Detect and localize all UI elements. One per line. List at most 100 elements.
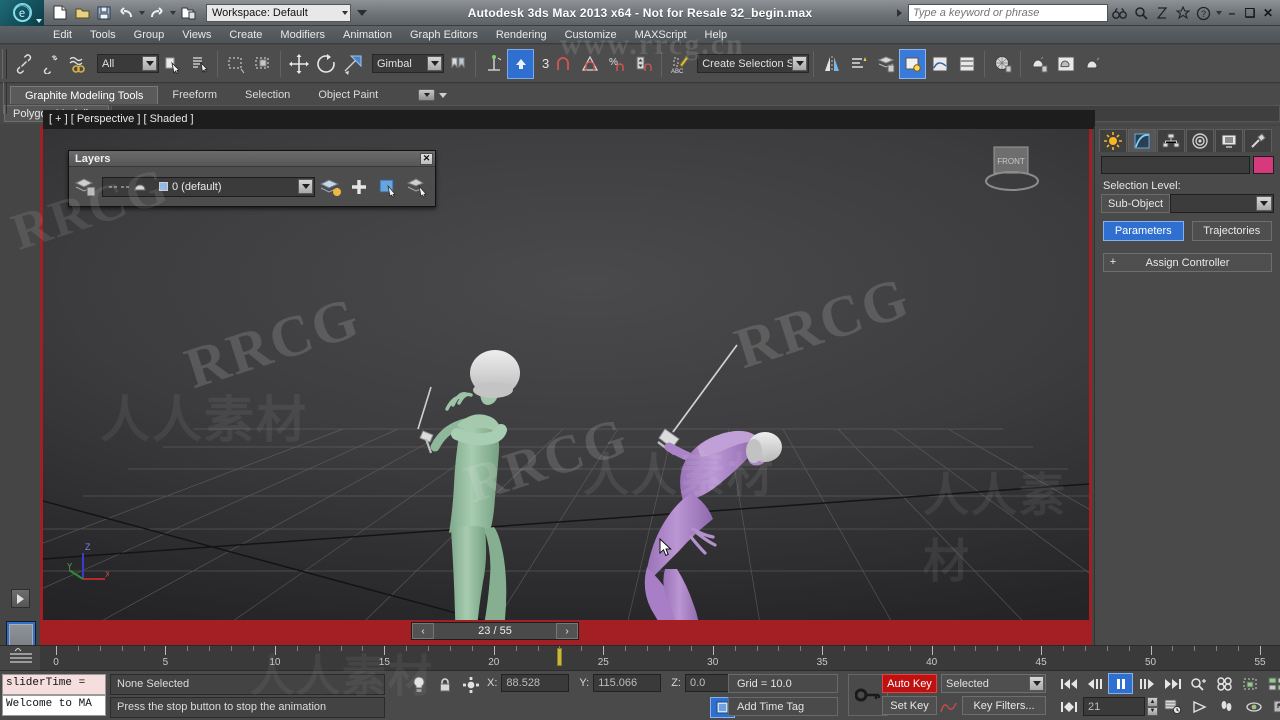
snaps-toggle-icon[interactable] <box>549 49 576 79</box>
track-bar-current-frame-marker[interactable] <box>557 648 563 666</box>
chevron-down-icon[interactable] <box>427 56 442 71</box>
ribbon-grip[interactable] <box>3 82 7 114</box>
walkthrough-icon[interactable] <box>1214 696 1239 717</box>
sub-object-combo[interactable] <box>1170 194 1274 213</box>
set-key-curve-icon[interactable] <box>938 696 960 717</box>
go-to-end-icon[interactable] <box>1160 673 1185 694</box>
track-bar[interactable]: 0 5 10 15 20 25 30 35 40 45 50 55 <box>0 645 1280 671</box>
chevron-down-icon[interactable] <box>142 56 157 71</box>
maxscript-output-line[interactable]: Welcome to MA <box>2 695 106 716</box>
zoom-all-icon[interactable] <box>1212 673 1237 694</box>
maxscript-mini-listener[interactable]: sliderTime = Welcome to MA <box>2 674 106 718</box>
select-and-manipulate-icon[interactable] <box>480 49 507 79</box>
toolbar-grip[interactable] <box>2 48 7 79</box>
display-tab[interactable] <box>1215 128 1243 152</box>
select-and-rotate-icon[interactable] <box>312 49 339 79</box>
key-mode-toggle-icon[interactable] <box>1056 696 1081 717</box>
magnifier-icon[interactable] <box>1131 4 1150 23</box>
go-to-start-icon[interactable] <box>1056 673 1081 694</box>
close-button[interactable]: ✕ <box>1260 4 1276 22</box>
track-bar-ruler[interactable]: 0 5 10 15 20 25 30 35 40 45 50 55 <box>40 646 1280 671</box>
undo-dropdown-icon[interactable] <box>139 10 145 15</box>
search-expand-icon[interactable] <box>897 9 902 17</box>
unlink-selection-icon[interactable] <box>37 49 64 79</box>
align-icon[interactable] <box>845 49 872 79</box>
ribbon-tab-selection[interactable]: Selection <box>231 86 304 104</box>
layers-title-bar[interactable]: Layers ✕ <box>69 151 435 167</box>
chevron-down-icon[interactable] <box>792 56 808 71</box>
zoom-extents-icon[interactable] <box>1238 673 1263 694</box>
rollout-assign-controller[interactable]: + Assign Controller <box>1103 253 1272 272</box>
menu-item-edit[interactable]: Edit <box>44 26 81 44</box>
key-filters-button[interactable]: Key Filters... <box>962 696 1046 715</box>
maximize-button[interactable]: ❑ <box>1242 4 1258 22</box>
menu-item-animation[interactable]: Animation <box>334 26 401 44</box>
undo-icon[interactable] <box>116 3 136 23</box>
close-icon[interactable]: ✕ <box>420 152 433 165</box>
mirror-icon[interactable] <box>818 49 845 79</box>
search-binoculars-icon[interactable] <box>1110 4 1129 23</box>
play-pause-icon[interactable] <box>1108 673 1133 694</box>
coord-x-field[interactable]: 88.528 <box>501 674 570 692</box>
redo-dropdown-icon[interactable] <box>170 10 176 15</box>
edit-named-selection-sets-icon[interactable]: ABC <box>666 49 693 79</box>
help-dropdown-icon[interactable] <box>1216 11 1222 15</box>
frame-spinner[interactable]: ▲ ▼ <box>1147 697 1158 716</box>
chevron-down-icon[interactable] <box>298 179 313 194</box>
select-and-move-icon[interactable] <box>285 49 312 79</box>
auto-key-button[interactable]: Auto Key <box>882 674 937 693</box>
help-icon[interactable]: ? <box>1194 4 1213 23</box>
menu-item-tools[interactable]: Tools <box>81 26 125 44</box>
modify-tab[interactable] <box>1128 128 1156 152</box>
current-frame-field[interactable]: 21 <box>1083 697 1145 716</box>
minimize-button[interactable]: – <box>1224 4 1240 22</box>
new-file-icon[interactable] <box>50 3 70 23</box>
menu-item-graph-editors[interactable]: Graph Editors <box>401 26 487 44</box>
layer-manager-icon[interactable] <box>872 49 899 79</box>
viewport-label[interactable]: [ + ] [ Perspective ] [ Shaded ] <box>49 113 194 125</box>
menu-item-modifiers[interactable]: Modifiers <box>271 26 334 44</box>
orbit-icon[interactable] <box>1241 696 1266 717</box>
select-and-uniform-scale-icon[interactable] <box>339 49 366 79</box>
keyboard-shortcut-override-toggle-icon[interactable] <box>507 48 534 79</box>
sub-object-button[interactable]: Sub-Object <box>1101 194 1171 213</box>
select-and-link-icon[interactable] <box>10 49 37 79</box>
set-key-button[interactable]: Set Key <box>882 696 937 715</box>
pan-view-icon[interactable] <box>1187 696 1212 717</box>
object-color-swatch[interactable] <box>1253 156 1274 174</box>
rendered-frame-window-icon[interactable] <box>1052 49 1079 79</box>
menu-item-views[interactable]: Views <box>173 26 220 44</box>
percent-snap-toggle-icon[interactable]: % <box>603 49 630 79</box>
current-layer-combo[interactable]: 0 (default) <box>102 176 315 197</box>
selection-filter-combo[interactable]: All <box>97 54 159 73</box>
next-frame-button[interactable]: › <box>556 623 578 639</box>
menu-item-create[interactable]: Create <box>220 26 271 44</box>
chevron-down-icon[interactable] <box>1029 676 1044 691</box>
schematic-view-icon[interactable] <box>953 49 980 79</box>
save-file-icon[interactable] <box>94 3 114 23</box>
reference-coordinate-system-combo[interactable]: Gimbal <box>372 54 444 73</box>
previous-frame-button[interactable]: ‹ <box>412 623 434 639</box>
workspace-overflow-icon[interactable] <box>357 9 367 16</box>
open-file-icon[interactable] <box>72 3 92 23</box>
redo-icon[interactable] <box>147 3 167 23</box>
menu-item-rendering[interactable]: Rendering <box>487 26 556 44</box>
lightbulb-icon[interactable] <box>408 674 430 695</box>
angle-snap-toggle-icon[interactable] <box>576 49 603 79</box>
subscription-icon[interactable] <box>1152 4 1171 23</box>
utilities-tab[interactable] <box>1244 128 1272 152</box>
layer-color-swatch[interactable] <box>159 182 168 191</box>
application-menu-button[interactable]: ⓔ <box>0 0 44 26</box>
zoom-extents-all-icon[interactable] <box>1264 673 1280 694</box>
ribbon-tab-object-paint[interactable]: Object Paint <box>304 86 392 104</box>
spinner-snap-toggle-icon[interactable] <box>630 49 657 79</box>
next-frame-icon[interactable] <box>1134 673 1159 694</box>
create-new-layer-icon[interactable] <box>318 174 344 200</box>
coord-y-field[interactable]: 115.066 <box>593 674 662 692</box>
coordinate-center-icon[interactable] <box>460 674 482 695</box>
ribbon-options-dropdown[interactable] <box>418 86 448 104</box>
create-tab[interactable] <box>1099 128 1127 152</box>
favorites-star-icon[interactable] <box>1173 4 1192 23</box>
menu-item-group[interactable]: Group <box>125 26 174 44</box>
use-pivot-point-center-icon[interactable] <box>444 49 471 79</box>
